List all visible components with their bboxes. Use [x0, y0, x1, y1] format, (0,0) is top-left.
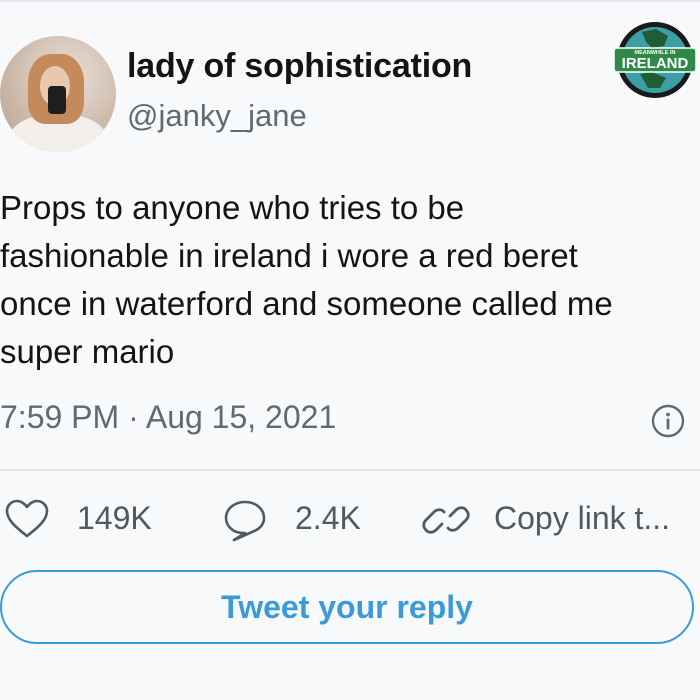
comment-icon	[224, 500, 266, 542]
reply-count-button[interactable]: 2.4K	[222, 498, 372, 542]
display-name[interactable]: lady of sophistication	[127, 47, 472, 86]
tweet-line: super mario	[0, 333, 175, 370]
avatar[interactable]	[0, 36, 116, 152]
tweet-your-reply-button[interactable]: Tweet your reply	[0, 570, 694, 644]
tweet-text: Props to anyone who tries to be fashiona…	[0, 184, 690, 376]
like-count: 149K	[77, 500, 152, 536]
tweet-card: lady of sophistication @janky_jane MEANW…	[0, 0, 700, 700]
divider	[0, 469, 700, 471]
copy-link-label: Copy link t...	[494, 500, 671, 536]
user-handle[interactable]: @janky_jane	[127, 98, 307, 134]
copy-link-button[interactable]: Copy link t...	[422, 498, 692, 542]
heart-icon	[5, 499, 49, 538]
like-button[interactable]: 149K	[4, 498, 164, 542]
logo-main-text: IRELAND	[622, 55, 689, 72]
tweet-timestamp[interactable]: 7:59 PM · Aug 15, 2021	[0, 399, 336, 436]
link-icon	[422, 506, 470, 534]
tweet-line: once in waterford and someone called me	[0, 285, 613, 322]
meanwhile-in-ireland-logo: MEANWHILE IN IRELAND	[612, 20, 698, 100]
reply-count: 2.4K	[295, 500, 361, 536]
tweet-line: Props to anyone who tries to be	[0, 189, 465, 226]
info-icon[interactable]	[651, 404, 685, 438]
tweet-line: fashionable in ireland i wore a red bere…	[0, 237, 578, 274]
